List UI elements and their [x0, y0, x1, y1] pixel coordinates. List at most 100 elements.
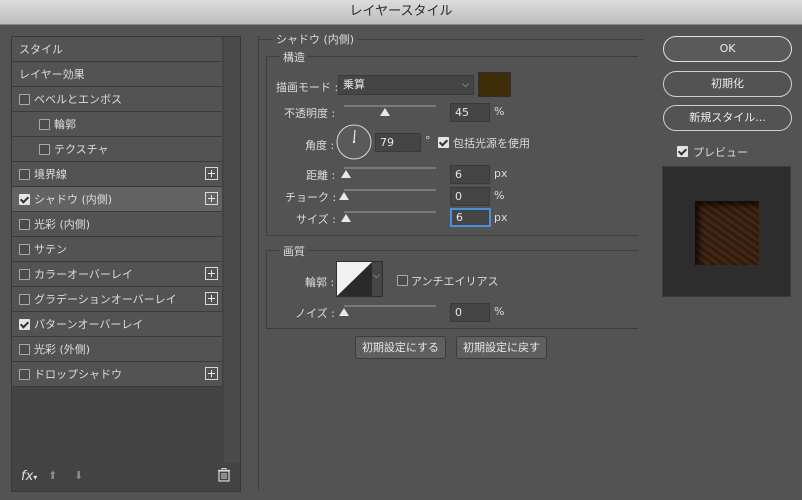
distance-unit: px: [494, 167, 508, 180]
distance-input[interactable]: 6: [450, 165, 490, 184]
sidebar-item-label: 境界線: [34, 168, 67, 181]
contour-label: 輪郭 :: [305, 276, 335, 289]
distance-slider-thumb[interactable]: [340, 170, 351, 178]
sidebar-item[interactable]: 輪郭: [12, 112, 222, 137]
sidebar-item-checkbox[interactable]: [39, 144, 50, 155]
sidebar-item[interactable]: 光彩 (外側): [12, 337, 222, 362]
add-effect-plus-icon[interactable]: [205, 292, 218, 305]
size-slider-thumb[interactable]: [340, 214, 351, 222]
sidebar-item[interactable]: 光彩 (内側): [12, 212, 222, 237]
noise-slider-thumb[interactable]: [339, 308, 349, 316]
preview-label: プレビュー: [693, 146, 748, 159]
opacity-unit: %: [494, 105, 505, 118]
blend-mode-label: 描画モード :: [276, 81, 339, 94]
fx-icon: fx: [21, 469, 34, 484]
choke-unit: %: [494, 189, 505, 202]
sidebar-scrollbar[interactable]: [224, 37, 240, 463]
trash-icon[interactable]: [218, 468, 230, 485]
sidebar-item-checkbox[interactable]: [19, 369, 30, 380]
choke-input[interactable]: 0: [450, 187, 490, 206]
distance-label: 距離 :: [306, 169, 336, 182]
sidebar-item-checkbox[interactable]: [19, 269, 30, 280]
angle-dial[interactable]: [336, 124, 372, 163]
sidebar-item[interactable]: カラーオーバーレイ: [12, 262, 222, 287]
opacity-label: 不透明度 :: [284, 107, 336, 120]
sidebar-item-label: 光彩 (内側): [34, 218, 91, 231]
sidebar-item[interactable]: サテン: [12, 237, 222, 262]
sidebar-item-label: ベベルとエンボス: [34, 93, 122, 106]
antialias-checkbox[interactable]: [397, 275, 408, 286]
sidebar-item-checkbox[interactable]: [19, 169, 30, 180]
sidebar-item-label: テクスチャ: [54, 143, 109, 156]
sidebar-item-checkbox[interactable]: [19, 244, 30, 255]
sidebar-item[interactable]: テクスチャ: [12, 137, 222, 162]
add-effect-plus-icon[interactable]: [205, 367, 218, 380]
sidebar-toolbar: fx▾ ⬆ ⬇: [12, 463, 240, 491]
angle-label: 角度 :: [305, 139, 335, 152]
sidebar-item[interactable]: 境界線: [12, 162, 222, 187]
global-light-checkbox[interactable]: [438, 137, 449, 148]
section-title: シャドウ (内側): [273, 31, 358, 47]
reset-button[interactable]: 初期化: [663, 71, 792, 97]
sidebar-item[interactable]: ベベルとエンボス: [12, 87, 222, 112]
opacity-input[interactable]: 45: [450, 103, 490, 122]
make-default-button[interactable]: 初期設定にする: [355, 336, 446, 359]
preview-checkbox[interactable]: [677, 146, 688, 157]
ok-button[interactable]: OK: [663, 36, 792, 62]
add-effect-plus-icon[interactable]: [205, 192, 218, 205]
sidebar-item-label: パターンオーバーレイ: [34, 318, 144, 331]
contour-picker[interactable]: ⌵: [336, 261, 383, 297]
noise-slider-track[interactable]: [344, 305, 436, 307]
blend-mode-value: 乗算: [343, 78, 365, 91]
shadow-color-swatch[interactable]: [478, 72, 511, 97]
distance-slider-track[interactable]: [344, 167, 436, 169]
sidebar-item[interactable]: スタイル: [12, 37, 222, 62]
sidebar-item-checkbox[interactable]: [19, 194, 30, 205]
sidebar-item-checkbox[interactable]: [19, 344, 30, 355]
blend-mode-select[interactable]: 乗算 ⌵: [338, 75, 474, 95]
add-effect-plus-icon[interactable]: [205, 167, 218, 180]
structure-legend: 構造: [280, 49, 308, 65]
size-input[interactable]: 6: [450, 208, 491, 227]
sidebar-item-label: 光彩 (外側): [34, 343, 91, 356]
sidebar-item[interactable]: グラデーションオーバーレイ: [12, 287, 222, 312]
opacity-slider-track[interactable]: [344, 105, 436, 107]
sidebar-item-checkbox[interactable]: [39, 119, 50, 130]
contour-chevron-icon: ⌵: [373, 271, 380, 281]
sidebar-item-checkbox[interactable]: [19, 294, 30, 305]
sidebar-item-checkbox[interactable]: [19, 94, 30, 105]
sidebar-item-label: カラーオーバーレイ: [34, 268, 133, 281]
sidebar-item[interactable]: レイヤー効果: [12, 62, 222, 87]
move-up-icon[interactable]: ⬆: [48, 469, 57, 482]
noise-input[interactable]: 0: [450, 303, 490, 322]
size-unit: px: [494, 211, 508, 224]
sidebar-item-label: グラデーションオーバーレイ: [34, 293, 177, 306]
choke-label: チョーク :: [285, 191, 337, 204]
style-preview-area: [662, 166, 791, 297]
sidebar-item-checkbox[interactable]: [19, 219, 30, 230]
global-light-label: 包括光源を使用: [453, 137, 530, 150]
size-slider-track[interactable]: [344, 211, 436, 213]
window-title: レイヤースタイル: [0, 0, 802, 25]
choke-slider-track[interactable]: [344, 189, 436, 191]
fx-menu-button[interactable]: fx▾: [21, 469, 37, 484]
chevron-down-icon: ⌵: [462, 80, 469, 90]
sidebar-item-label: 輪郭: [54, 118, 76, 131]
sidebar-item-label: サテン: [34, 243, 67, 256]
effects-list: スタイルレイヤー効果ベベルとエンボス輪郭テクスチャ境界線シャドウ (内側) 光彩 …: [12, 37, 222, 387]
opacity-slider-thumb[interactable]: [380, 108, 391, 116]
move-down-icon[interactable]: ⬇: [74, 469, 83, 482]
sidebar-item[interactable]: パターンオーバーレイ: [12, 312, 222, 337]
angle-input[interactable]: 79: [375, 133, 421, 152]
sidebar-item-checkbox[interactable]: [19, 319, 30, 330]
sidebar-item-label: ドロップシャドウ: [34, 368, 122, 381]
noise-unit: %: [494, 305, 505, 318]
choke-slider-thumb[interactable]: [339, 192, 349, 200]
size-label: サイズ :: [296, 213, 336, 226]
add-effect-plus-icon[interactable]: [205, 267, 218, 280]
sidebar-item-label: スタイル: [19, 43, 63, 56]
new-style-button[interactable]: 新規スタイル...: [663, 105, 792, 131]
sidebar-item[interactable]: ドロップシャドウ: [12, 362, 222, 387]
reset-default-button[interactable]: 初期設定に戻す: [456, 336, 547, 359]
sidebar-item[interactable]: シャドウ (内側): [12, 187, 222, 212]
